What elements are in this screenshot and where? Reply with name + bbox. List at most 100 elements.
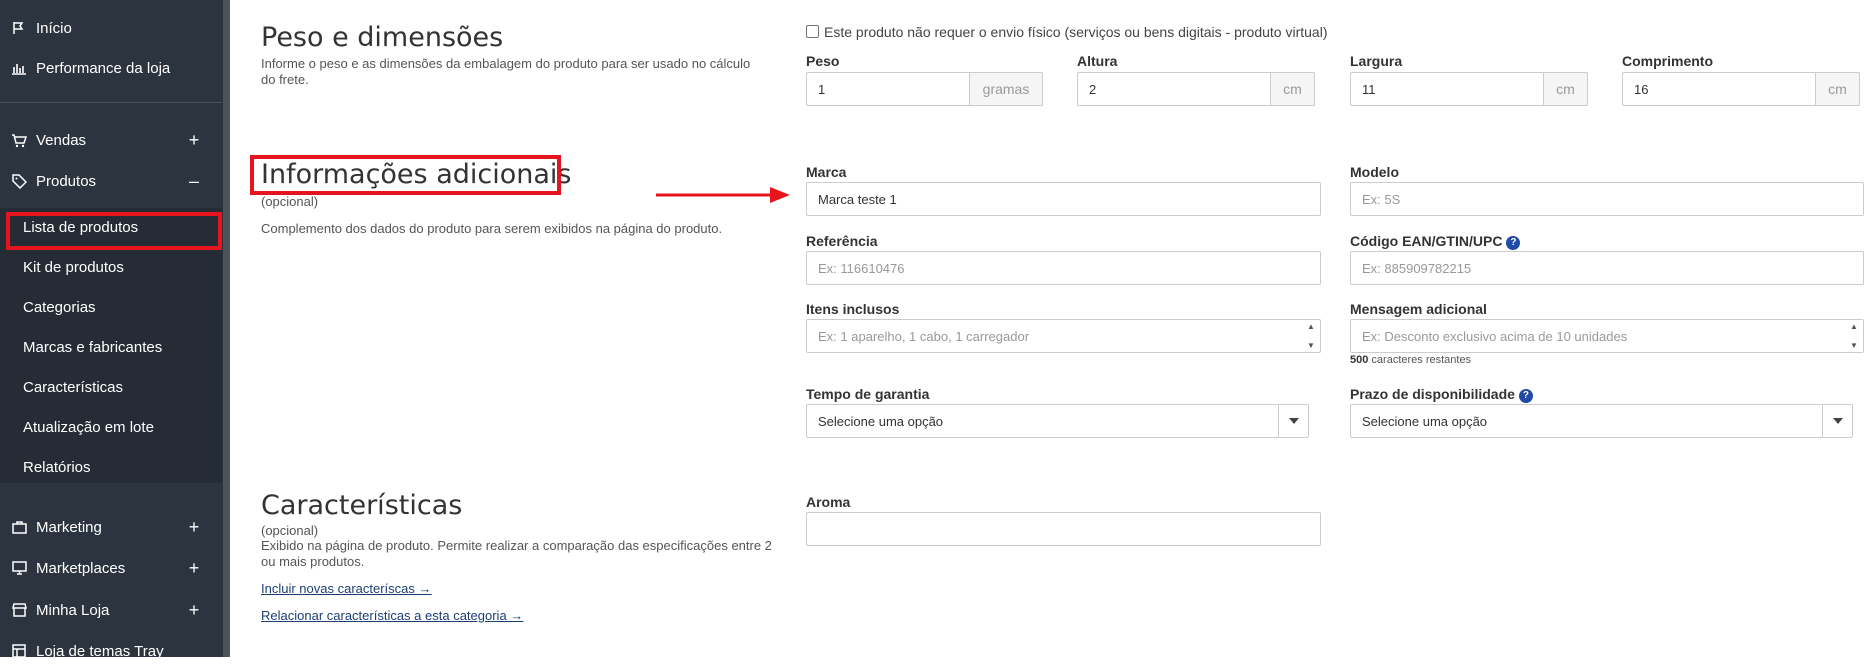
weight-section-title: Peso e dimensões [261,22,504,53]
extra-section-optional: (opcional) [261,194,319,209]
largura-label: Largura [1350,53,1403,69]
mensagem-label: Mensagem adicional [1350,301,1487,317]
nav-label: Produtos [36,172,97,190]
monitor-icon [10,559,28,577]
weight-section-description: Informe o peso e as dimensões da embalag… [261,56,751,87]
modelo-label: Modelo [1350,164,1399,180]
altura-label: Altura [1077,53,1118,69]
char-counter: 500 caracteres restantes [1350,354,1471,366]
plus-icon[interactable]: + [184,131,204,149]
briefcase-icon [10,518,28,536]
nav-performance[interactable]: Performance da loja [0,50,222,86]
marca-input[interactable]: Marca teste 1 [806,182,1321,216]
mensagem-textarea[interactable]: Ex: Desconto exclusivo acima de 10 unida… [1350,319,1864,353]
garantia-select[interactable]: Selecione uma opção [806,404,1309,438]
nav-label: Início [36,19,72,37]
nav-label: Vendas [36,131,87,149]
chevron-down-icon[interactable] [1822,405,1852,437]
sidebar-scrollbar[interactable] [223,0,230,657]
nav-inicio[interactable]: Início [0,10,222,46]
help-icon[interactable]: ? [1506,236,1521,250]
help-icon[interactable]: ? [1518,389,1533,403]
features-section-optional: (opcional) [261,523,319,538]
textarea-spinner[interactable]: ▲ ▼ [1304,322,1318,350]
up-arrow-icon[interactable]: ▲ [1307,322,1315,331]
comprimento-value: 16 [1634,81,1649,97]
garantia-label: Tempo de garantia [806,386,930,402]
altura-value: 2 [1089,81,1097,97]
itens-placeholder: Ex: 1 aparelho, 1 cabo, 1 carregador [818,328,1030,344]
peso-value: 1 [818,81,826,97]
prazo-value: Selecione uma opção [1362,413,1488,429]
modelo-placeholder: Ex: 5S [1362,191,1401,207]
altura-unit: cm [1270,72,1315,106]
sub-marcas[interactable]: Marcas e fabricantes [23,339,162,356]
nav-loja-temas[interactable]: Loja de temas Tray [0,633,222,669]
itens-textarea[interactable]: Ex: 1 aparelho, 1 cabo, 1 carregador ▲ ▼ [806,319,1321,353]
sub-atualizacao-lote[interactable]: Atualização em lote [23,419,154,436]
mensagem-placeholder: Ex: Desconto exclusivo acima de 10 unida… [1362,328,1628,344]
char-counter-text: caracteres restantes [1371,354,1472,366]
nav-minha-loja[interactable]: Minha Loja + [0,592,222,628]
referencia-label: Referência [806,233,878,249]
plus-icon[interactable]: + [184,601,204,619]
marca-value: Marca teste 1 [818,191,897,207]
textarea-spinner[interactable]: ▲ ▼ [1847,322,1861,350]
largura-input[interactable]: 11 cm [1350,72,1588,106]
ean-label: Código EAN/GTIN/UPC? [1350,233,1521,250]
prazo-label: Prazo de disponibilidade? [1350,386,1533,403]
largura-unit: cm [1543,72,1588,106]
ean-placeholder: Ex: 885909782215 [1362,260,1472,276]
features-section-title: Características [261,490,463,521]
altura-input[interactable]: 2 cm [1077,72,1315,106]
plus-icon[interactable]: + [184,518,204,536]
referencia-placeholder: Ex: 116610476 [818,260,905,276]
nav-label: Marketplaces [36,559,126,577]
sidebar: Início Performance da loja Vendas + Prod… [0,0,230,660]
down-arrow-icon[interactable]: ▼ [1307,341,1315,350]
prazo-select[interactable]: Selecione uma opção [1350,404,1853,438]
peso-label: Peso [806,53,840,69]
sub-categorias[interactable]: Categorias [23,299,96,316]
peso-unit: gramas [969,72,1043,106]
main-content: Peso e dimensões Informe o peso e as dim… [230,0,1873,657]
nav-marketing[interactable]: Marketing + [0,509,222,545]
cart-icon [10,131,28,149]
extra-section-description: Complemento dos dados do produto para se… [261,221,723,236]
layout-icon [10,642,28,660]
nav-marketplaces[interactable]: Marketplaces + [0,550,222,586]
features-section-description: Exibido na página de produto. Permite re… [261,538,772,569]
highlight-box [250,155,561,195]
nav-label: Minha Loja [36,601,110,619]
tag-icon [10,172,28,190]
virtual-product-checkbox[interactable] [806,25,819,38]
sub-caracteristicas[interactable]: Características [23,379,123,396]
peso-input[interactable]: 1 gramas [806,72,1043,106]
new-features-link[interactable]: Incluir novas caracteríscas → [261,581,432,596]
chevron-down-icon[interactable] [1278,405,1308,437]
aroma-input[interactable] [806,512,1321,546]
comprimento-input[interactable]: 16 cm [1622,72,1860,106]
referencia-input[interactable]: Ex: 116610476 [806,251,1321,285]
arrow-annotation [656,187,790,203]
nav-produtos[interactable]: Produtos – [0,163,222,199]
sub-kit-produtos[interactable]: Kit de produtos [23,259,124,276]
largura-value: 11 [1362,81,1376,97]
comprimento-label: Comprimento [1622,53,1713,69]
ean-label-text: Código EAN/GTIN/UPC [1350,233,1503,249]
aroma-label: Aroma [806,494,851,510]
char-counter-number: 500 [1350,354,1369,366]
down-arrow-icon[interactable]: ▼ [1850,341,1858,350]
flag-icon [10,19,28,37]
ean-input[interactable]: Ex: 885909782215 [1350,251,1864,285]
sub-relatorios[interactable]: Relatórios [23,459,91,476]
comprimento-unit: cm [1815,72,1860,106]
relate-features-link[interactable]: Relacionar características a esta catego… [261,608,523,623]
up-arrow-icon[interactable]: ▲ [1850,322,1858,331]
modelo-input[interactable]: Ex: 5S [1350,182,1864,216]
nav-label: Marketing [36,518,102,536]
plus-icon[interactable]: + [184,559,204,577]
nav-vendas[interactable]: Vendas + [0,122,222,158]
bar-chart-icon [10,59,28,77]
minus-icon[interactable]: – [184,172,204,190]
